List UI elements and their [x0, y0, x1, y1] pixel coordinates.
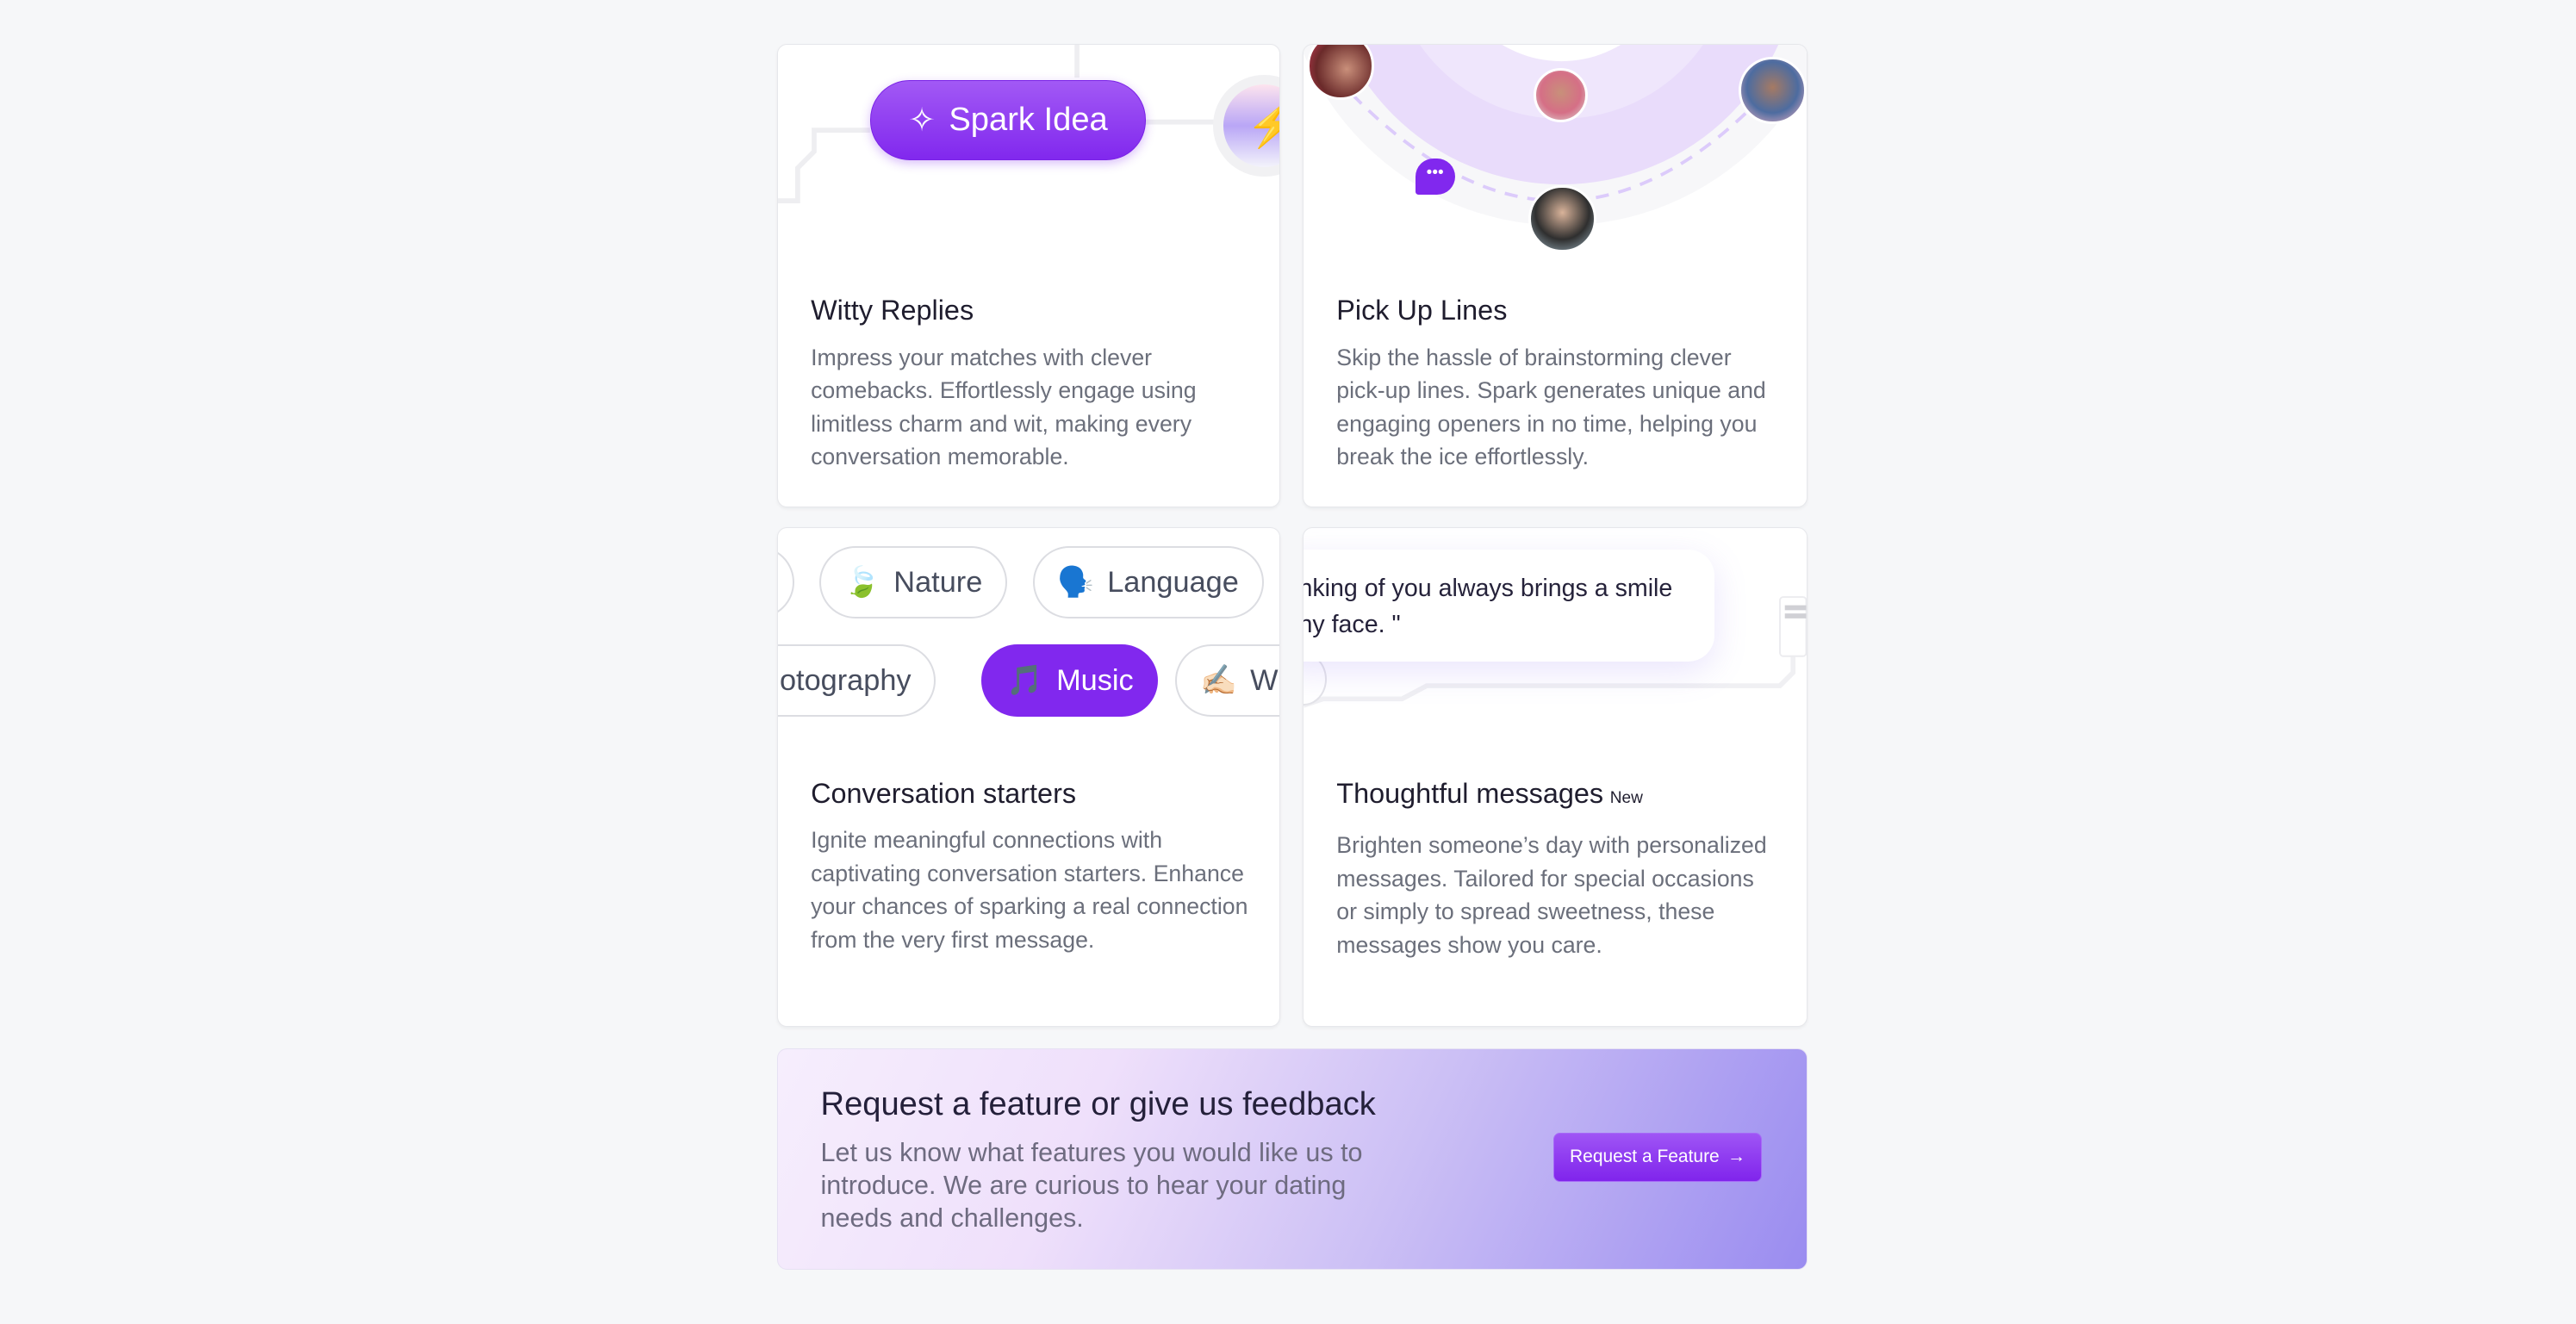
music-note-icon: 🎵: [1006, 664, 1043, 698]
card-title: Witty Replies: [811, 295, 974, 326]
card-conversation-starters[interactable]: 🍃 Nature 🗣️ Language hotography 🎵 Music ✍🏻 W…: [776, 527, 1280, 1027]
banner-title: Request a feature or give us feedback: [820, 1085, 1376, 1122]
feedback-banner: Request a feature or give us feedback Le…: [776, 1047, 1808, 1271]
card-title: Conversation starters: [811, 777, 1077, 809]
card-description: Impress your matches with clever comebac…: [811, 344, 1197, 470]
leaf-icon: 🍃: [843, 566, 881, 600]
avatar: [1739, 56, 1807, 125]
request-feature-button[interactable]: Request a Feature →: [1553, 1132, 1763, 1183]
page: ✧ Spark Idea ⚡ Witty Replies Impress you…: [0, 0, 2576, 1324]
chip-music[interactable]: 🎵 Music: [981, 644, 1159, 718]
avatar: [1528, 184, 1596, 253]
new-badge: New: [1609, 788, 1643, 807]
sparkles-icon: ✧: [908, 101, 936, 139]
chip-nature[interactable]: 🍃 Nature: [818, 546, 1007, 618]
spark-idea-button[interactable]: ✧ Spark Idea: [869, 79, 1147, 161]
message-bubble: nking of you always brings a smile ny fa…: [1304, 549, 1714, 662]
writing-hand-icon: ✍🏻: [1200, 664, 1237, 698]
card-pick-up-lines[interactable]: ••• Pick Up Lines Skip the hassle of bra…: [1303, 44, 1808, 508]
card-witty-replies[interactable]: ✧ Spark Idea ⚡ Witty Replies Impress you…: [776, 44, 1280, 508]
card-description: Skip the hassle of brainstorming clever …: [1336, 344, 1766, 470]
card-thoughtful-messages[interactable]: nking of you always brings a smile ny fa…: [1303, 527, 1808, 1027]
arrow-right-icon: →: [1727, 1147, 1746, 1167]
chip-language[interactable]: 🗣️ Language: [1032, 546, 1264, 618]
card-description: Brighten someone’s day with personalized…: [1336, 832, 1767, 958]
lightning-icon: ⚡: [1223, 84, 1279, 167]
banner-description: Let us know what features you would like…: [820, 1137, 1363, 1233]
card-description: Ignite meaningful connections with capti…: [811, 827, 1248, 953]
card-title: Pick Up Lines: [1336, 295, 1508, 326]
card-title: Thoughtful messages New: [1336, 777, 1643, 809]
chat-bubble-icon: •••: [1415, 159, 1455, 195]
chip-writing[interactable]: ✍🏻Wri: [1175, 644, 1279, 718]
chip-partial[interactable]: [777, 546, 795, 618]
speaking-head-icon: 🗣️: [1057, 566, 1094, 600]
chip-photography[interactable]: hotography: [777, 644, 936, 718]
